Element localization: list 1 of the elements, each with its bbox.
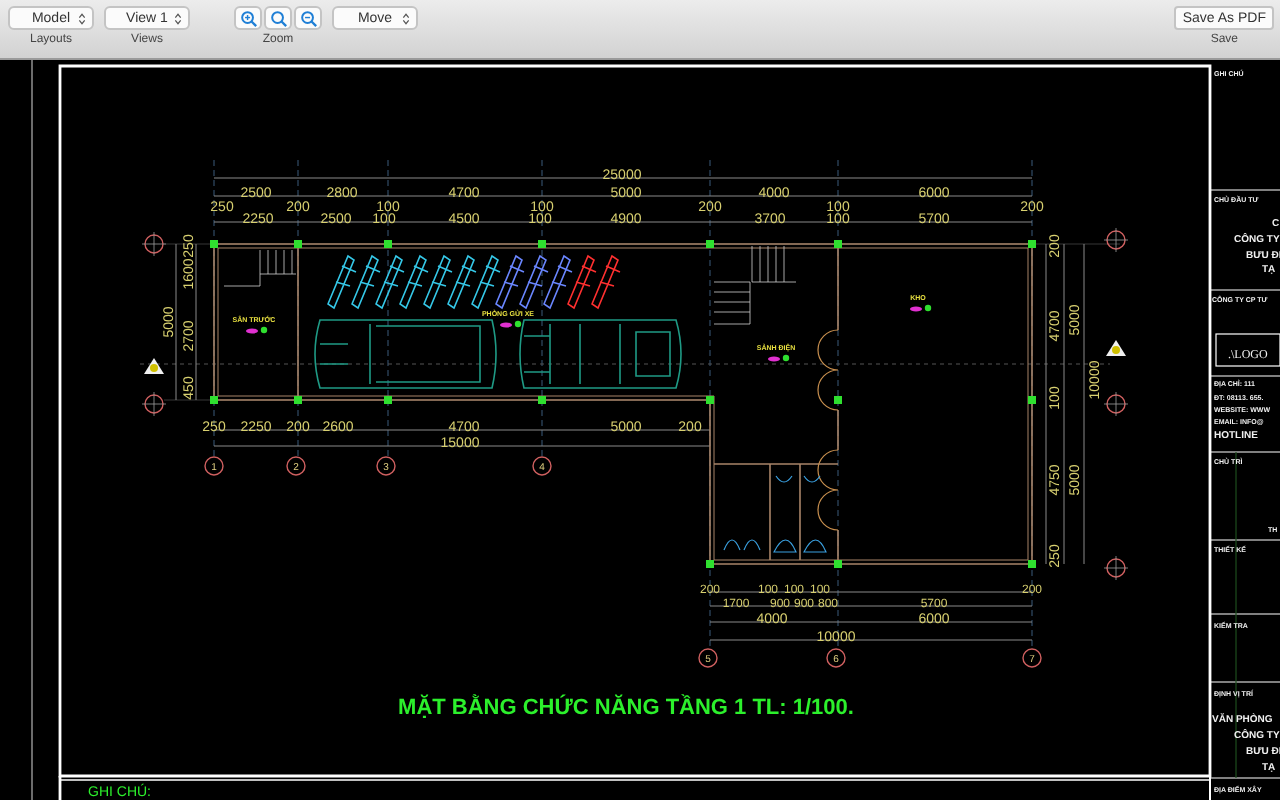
drawing-title: MẶT BẰNG CHỨC NĂNG TẦNG 1 TL: 1/100. bbox=[398, 696, 854, 720]
